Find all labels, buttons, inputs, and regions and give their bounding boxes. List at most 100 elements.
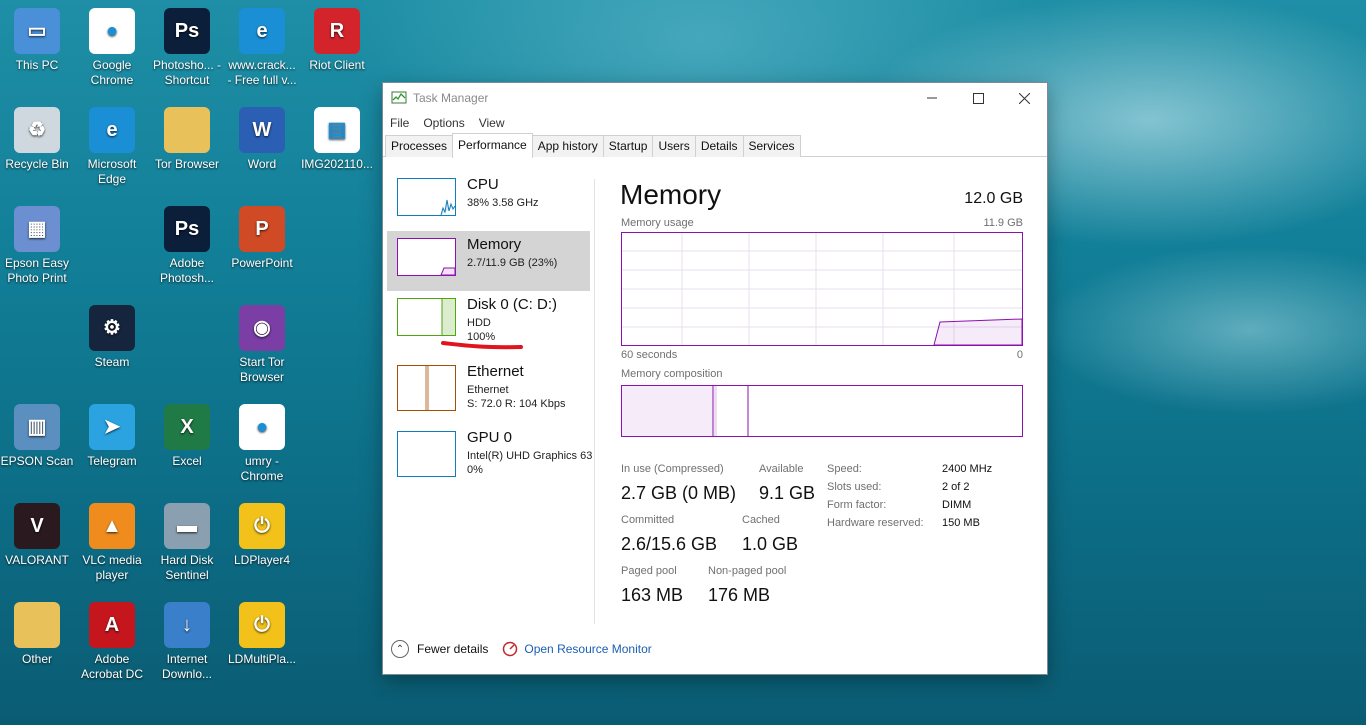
resource-gpu-usage: 0%	[467, 464, 483, 476]
ps-icon: Ps	[164, 8, 210, 54]
desktop-icon-label: Recycle Bin	[5, 157, 69, 171]
folder-icon	[164, 107, 210, 153]
memory-usage-graph	[621, 232, 1023, 346]
desktop-icon[interactable]: ⚙ Steam	[75, 305, 149, 370]
desktop-icon-label: This PC	[15, 58, 59, 72]
spec-speed-label: Speed:	[827, 463, 862, 475]
desktop-icon-label: Epson Easy Photo Print	[4, 256, 70, 285]
in-use-label: In use (Compressed)	[621, 463, 724, 475]
desktop-icon-label: Google Chrome	[90, 58, 134, 87]
desktop-icon[interactable]: ▲ VLC media player	[75, 503, 149, 583]
nonpaged-pool-label: Non-paged pool	[708, 565, 787, 577]
desktop-icon[interactable]: ⏻ LDMultiPla...	[225, 602, 299, 667]
desktop-icon[interactable]: Ps Photosho... - Shortcut	[150, 8, 224, 88]
desktop-icon[interactable]: P PowerPoint	[225, 206, 299, 271]
time-axis-end: 0	[1016, 349, 1023, 361]
desktop-icon-label: IMG202110...	[301, 157, 373, 171]
menu-options[interactable]: Options	[423, 113, 464, 133]
spec-slots-label: Slots used:	[827, 481, 882, 493]
desktop-icon-label: Steam	[94, 355, 130, 369]
resource-memory[interactable]: Memory 2.7/11.9 GB (23%)	[387, 231, 590, 291]
steam-icon: ⚙	[89, 305, 135, 351]
desktop-icon-label: LDMultiPla...	[227, 652, 297, 666]
spec-hw-reserved-value: 150 MB	[942, 517, 980, 529]
desktop-icon[interactable]: X Excel	[150, 404, 224, 469]
desktop-icon[interactable]: ▦ Epson Easy Photo Print	[0, 206, 74, 286]
desktop-icon[interactable]: ◉ Start Tor Browser	[225, 305, 299, 385]
menu-file[interactable]: File	[390, 113, 409, 133]
desktop-icon[interactable]: Tor Browser	[150, 107, 224, 172]
desktop-icon-label: umry - Chrome	[240, 454, 284, 483]
fewer-details-link[interactable]: Fewer details	[417, 642, 488, 656]
open-resource-monitor-link[interactable]: Open Resource Monitor	[524, 642, 651, 656]
resource-ethernet[interactable]: Ethernet Ethernet S: 72.0 R: 104 Kbps	[387, 358, 590, 418]
desktop-icon[interactable]: Other	[0, 602, 74, 667]
tab-users[interactable]: Users	[652, 135, 696, 157]
desktop-icon[interactable]: Ps Adobe Photosh...	[150, 206, 224, 286]
vlc-icon: ▲	[89, 503, 135, 549]
resource-gpu-name: GPU 0	[467, 429, 513, 446]
spec-form-factor-value: DIMM	[942, 499, 972, 511]
paged-pool-value: 163 MB	[621, 585, 684, 605]
desktop-icon-label: Microsoft Edge	[87, 157, 137, 186]
desktop-icon[interactable]: ● Google Chrome	[75, 8, 149, 88]
maximize-button[interactable]	[955, 83, 1001, 113]
desktop-icon[interactable]: e www.crack... - Free full v...	[225, 8, 299, 88]
desktop-icon-label: Internet Downlo...	[161, 652, 213, 681]
resource-cpu-usage: 38% 3.58 GHz	[467, 197, 539, 209]
spec-form-factor-label: Form factor:	[827, 499, 887, 511]
bin-icon: ♻	[14, 107, 60, 153]
chevron-up-icon[interactable]: ⌃	[391, 640, 409, 658]
tab-performance[interactable]: Performance	[452, 133, 533, 158]
task-manager-window: Task Manager File Options View Processes…	[383, 83, 1047, 674]
minimize-button[interactable]	[909, 83, 955, 113]
ps-icon: Ps	[164, 206, 210, 252]
tab-startup[interactable]: Startup	[602, 135, 654, 157]
desktop-icon[interactable]: ⏻ LDPlayer4	[225, 503, 299, 568]
desktop-icon[interactable]: e Microsoft Edge	[75, 107, 149, 187]
desktop-icon-label: Other	[21, 652, 52, 666]
menu-view[interactable]: View	[479, 113, 505, 133]
ld-icon: ⏻	[239, 503, 285, 549]
desktop-icon[interactable]: V VALORANT	[0, 503, 74, 568]
tab-details[interactable]: Details	[694, 135, 744, 157]
resource-disk[interactable]: Disk 0 (C: D:) HDD 100%	[387, 291, 590, 351]
paged-pool-label: Paged pool	[621, 565, 677, 577]
available-label: Available	[759, 463, 804, 475]
memory-thumbnail-graph	[397, 238, 456, 276]
time-axis-start: 60 seconds	[621, 349, 678, 361]
desktop-icon-label: EPSON Scan	[0, 454, 74, 468]
memory-composition-label: Memory composition	[621, 368, 723, 380]
in-use-value: 2.7 GB (0 MB)	[621, 483, 737, 503]
desktop-icon-label: PowerPoint	[231, 256, 293, 270]
chrome-icon: ●	[239, 404, 285, 450]
close-button[interactable]	[1001, 83, 1047, 113]
idm-icon: ↓	[164, 602, 210, 648]
resource-cpu[interactable]: CPU 38% 3.58 GHz	[387, 171, 590, 231]
spec-speed-value: 2400 MHz	[942, 463, 993, 475]
desktop-icon[interactable]: ♻ Recycle Bin	[0, 107, 74, 172]
desktop-icon[interactable]: ➤ Telegram	[75, 404, 149, 469]
memory-total: 12.0 GB	[964, 190, 1023, 207]
epson-icon: ▦	[14, 206, 60, 252]
desktop-icon[interactable]: ▥ EPSON Scan	[0, 404, 74, 469]
tg-icon: ➤	[89, 404, 135, 450]
desktop-icon[interactable]: ▬ Hard Disk Sentinel	[150, 503, 224, 583]
desktop-icon[interactable]: R Riot Client	[300, 8, 374, 73]
desktop-icon[interactable]: ● umry - Chrome	[225, 404, 299, 484]
resource-gpu[interactable]: GPU 0 Intel(R) UHD Graphics 63 0%	[387, 424, 592, 484]
desktop-icon[interactable]: A Adobe Acrobat DC	[75, 602, 149, 682]
desktop-icon[interactable]: ▭ This PC	[0, 8, 74, 73]
committed-label: Committed	[621, 514, 675, 526]
tab-app-history[interactable]: App history	[531, 135, 604, 157]
window-title: Task Manager	[413, 91, 489, 105]
disk-thumbnail-graph	[397, 298, 456, 336]
minimize-icon	[927, 97, 937, 99]
desktop-icon[interactable]: W Word	[225, 107, 299, 172]
tab-services[interactable]: Services	[742, 135, 801, 157]
desktop-icon[interactable]: ↓ Internet Downlo...	[150, 602, 224, 682]
resource-disk-type: HDD	[467, 317, 491, 329]
desktop-icon[interactable]: ▤ IMG202110...	[300, 107, 374, 172]
tab-processes[interactable]: Processes	[385, 135, 454, 157]
pc-icon: ▭	[14, 8, 60, 54]
